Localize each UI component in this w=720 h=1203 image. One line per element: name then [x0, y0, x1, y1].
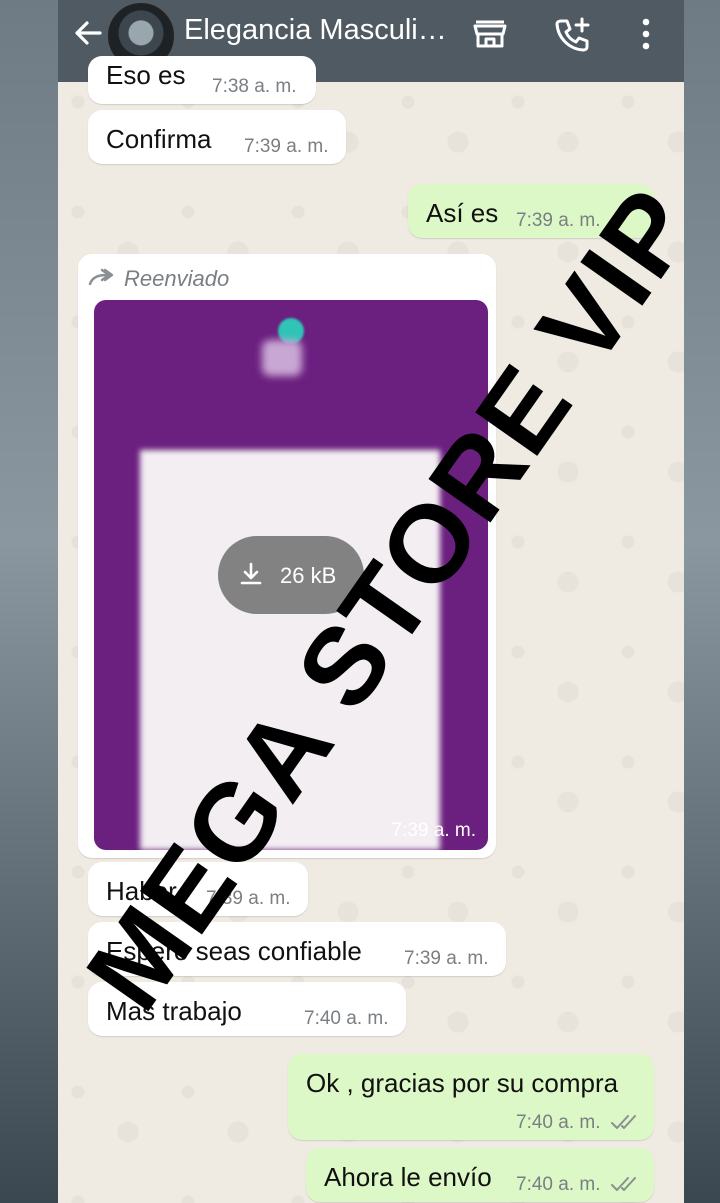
message-text: Ahora le envío [324, 1162, 492, 1192]
forwarded-label: Reenviado [124, 266, 230, 291]
message-time: 7:40 a. m. [516, 1112, 601, 1133]
message-time: 7:38 a. m. [212, 76, 297, 97]
message-text: Eso es [106, 60, 186, 90]
message-time: 7:40 a. m. [516, 1174, 601, 1195]
message-time: 7:39 a. m. [244, 136, 329, 157]
message-time: 7:39 a. m. [404, 948, 489, 969]
message-time: 7:39 a. m. [391, 820, 477, 841]
message-bubble-outgoing[interactable]: Ok , gracias por su compra 7:40 a. m. [288, 1054, 654, 1140]
back-arrow-icon[interactable] [72, 16, 104, 50]
message-time: 7:40 a. m. [304, 1008, 389, 1029]
message-text: Confirma [106, 124, 212, 154]
message-text: Ok , gracias por su compra [306, 1068, 619, 1098]
download-icon [240, 562, 262, 585]
message-bubble-incoming[interactable]: Eso es 7:38 a. m. [88, 56, 316, 104]
message-bubble-outgoing[interactable]: Ahora le envío 7:40 a. m. [306, 1148, 654, 1202]
double-check-icon [611, 1115, 636, 1129]
double-check-icon [611, 1177, 636, 1191]
blurred-logo-mark [262, 340, 302, 376]
message-text: Así es [426, 198, 499, 228]
contact-name[interactable]: Elegancia Masculi… [184, 14, 454, 47]
store-icon[interactable] [470, 14, 510, 54]
forwarded-icon [88, 268, 114, 286]
add-call-icon[interactable] [552, 14, 592, 54]
more-options-icon[interactable] [626, 14, 666, 54]
message-bubble-incoming[interactable]: Confirma 7:39 a. m. [88, 110, 346, 164]
